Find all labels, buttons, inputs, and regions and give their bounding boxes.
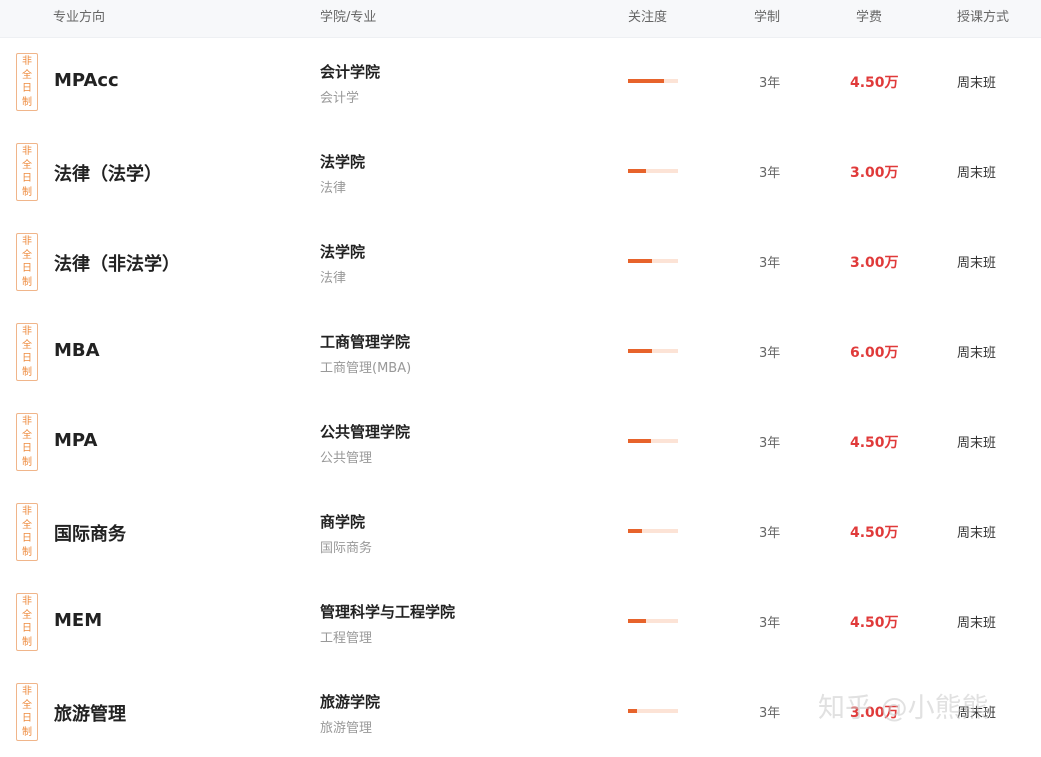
major-name[interactable]: 法律（法学） — [54, 160, 162, 186]
college-name[interactable]: 公共管理学院 — [320, 421, 410, 442]
teaching-mode-value: 周末班 — [957, 346, 997, 361]
attention-bar — [628, 619, 678, 623]
program-list: 非全日制 MPAcc 会计学院 会计学 3年 4.50万 周末班 非全日制 法律… — [0, 37, 1041, 757]
attention-fill — [628, 169, 646, 173]
table-row[interactable]: 非全日制 MEM 管理科学与工程学院 工程管理 3年 4.50万 周末班 — [0, 577, 1041, 667]
college-name[interactable]: 商学院 — [320, 511, 365, 532]
major-name[interactable]: MBA — [54, 340, 100, 361]
table-row[interactable]: 非全日制 国际商务 商学院 国际商务 3年 4.50万 周末班 — [0, 487, 1041, 577]
duration-value: 3年 — [759, 166, 781, 181]
teaching-mode-value: 周末班 — [957, 436, 997, 451]
teaching-mode-value: 周末班 — [957, 256, 997, 271]
major-name[interactable]: MEM — [54, 610, 102, 631]
duration-value: 3年 — [759, 526, 781, 541]
tuition-value: 3.00万 — [850, 255, 899, 271]
header-college-major: 学院/专业 — [320, 10, 377, 25]
duration-value: 3年 — [759, 256, 781, 271]
tuition-value: 4.50万 — [850, 525, 899, 541]
program-type-tag: 非全日制 — [16, 593, 38, 651]
attention-bar — [628, 259, 678, 263]
table-header: 专业方向 学院/专业 关注度 学制 学费 授课方式 — [0, 0, 1041, 38]
teaching-mode-value: 周末班 — [957, 76, 997, 91]
college-name[interactable]: 法学院 — [320, 241, 365, 262]
tuition-value: 4.50万 — [850, 435, 899, 451]
major-name[interactable]: MPAcc — [54, 70, 119, 91]
attention-fill — [628, 709, 637, 713]
duration-value: 3年 — [759, 436, 781, 451]
program-type-tag: 非全日制 — [16, 503, 38, 561]
attention-bar — [628, 349, 678, 353]
header-tuition: 学费 — [856, 10, 883, 25]
college-name[interactable]: 工商管理学院 — [320, 331, 410, 352]
sub-major-name: 国际商务 — [320, 541, 373, 556]
teaching-mode-value: 周末班 — [957, 706, 997, 721]
sub-major-name: 旅游管理 — [320, 721, 373, 736]
table-row[interactable]: 非全日制 MBA 工商管理学院 工商管理(MBA) 3年 6.00万 周末班 — [0, 307, 1041, 397]
table-row[interactable]: 非全日制 MPAcc 会计学院 会计学 3年 4.50万 周末班 — [0, 37, 1041, 127]
header-duration: 学制 — [754, 10, 781, 25]
sub-major-name: 工商管理(MBA) — [320, 361, 412, 376]
major-name[interactable]: 旅游管理 — [54, 700, 126, 726]
tuition-value: 3.00万 — [850, 705, 899, 721]
header-major-direction: 专业方向 — [53, 10, 106, 25]
duration-value: 3年 — [759, 706, 781, 721]
attention-fill — [628, 619, 646, 623]
header-teaching-mode: 授课方式 — [957, 10, 1010, 25]
program-type-tag: 非全日制 — [16, 143, 38, 201]
teaching-mode-value: 周末班 — [957, 166, 997, 181]
table-row[interactable]: 非全日制 法律（非法学） 法学院 法律 3年 3.00万 周末班 — [0, 217, 1041, 307]
tuition-value: 6.00万 — [850, 345, 899, 361]
major-name[interactable]: 法律（非法学） — [54, 250, 180, 276]
attention-bar — [628, 529, 678, 533]
program-type-tag: 非全日制 — [16, 233, 38, 291]
table-row[interactable]: 非全日制 法律（法学） 法学院 法律 3年 3.00万 周末班 — [0, 127, 1041, 217]
sub-major-name: 法律 — [320, 181, 347, 196]
attention-fill — [628, 439, 651, 443]
major-name[interactable]: MPA — [54, 430, 97, 451]
attention-fill — [628, 349, 652, 353]
table-row[interactable]: 非全日制 MPA 公共管理学院 公共管理 3年 4.50万 周末班 — [0, 397, 1041, 487]
program-type-tag: 非全日制 — [16, 683, 38, 741]
duration-value: 3年 — [759, 616, 781, 631]
major-name[interactable]: 国际商务 — [54, 520, 126, 546]
tuition-value: 4.50万 — [850, 615, 899, 631]
sub-major-name: 工程管理 — [320, 631, 373, 646]
attention-bar — [628, 439, 678, 443]
teaching-mode-value: 周末班 — [957, 526, 997, 541]
attention-fill — [628, 259, 652, 263]
sub-major-name: 公共管理 — [320, 451, 373, 466]
sub-major-name: 会计学 — [320, 91, 360, 106]
tuition-value: 4.50万 — [850, 75, 899, 91]
attention-bar — [628, 709, 678, 713]
sub-major-name: 法律 — [320, 271, 347, 286]
college-name[interactable]: 法学院 — [320, 151, 365, 172]
header-attention: 关注度 — [628, 10, 668, 25]
duration-value: 3年 — [759, 346, 781, 361]
college-name[interactable]: 会计学院 — [320, 61, 380, 82]
program-type-tag: 非全日制 — [16, 413, 38, 471]
teaching-mode-value: 周末班 — [957, 616, 997, 631]
college-name[interactable]: 旅游学院 — [320, 691, 380, 712]
program-type-tag: 非全日制 — [16, 323, 38, 381]
tuition-value: 3.00万 — [850, 165, 899, 181]
attention-fill — [628, 529, 642, 533]
program-type-tag: 非全日制 — [16, 53, 38, 111]
duration-value: 3年 — [759, 76, 781, 91]
college-name[interactable]: 管理科学与工程学院 — [320, 601, 455, 622]
attention-bar — [628, 79, 678, 83]
attention-fill — [628, 79, 664, 83]
attention-bar — [628, 169, 678, 173]
